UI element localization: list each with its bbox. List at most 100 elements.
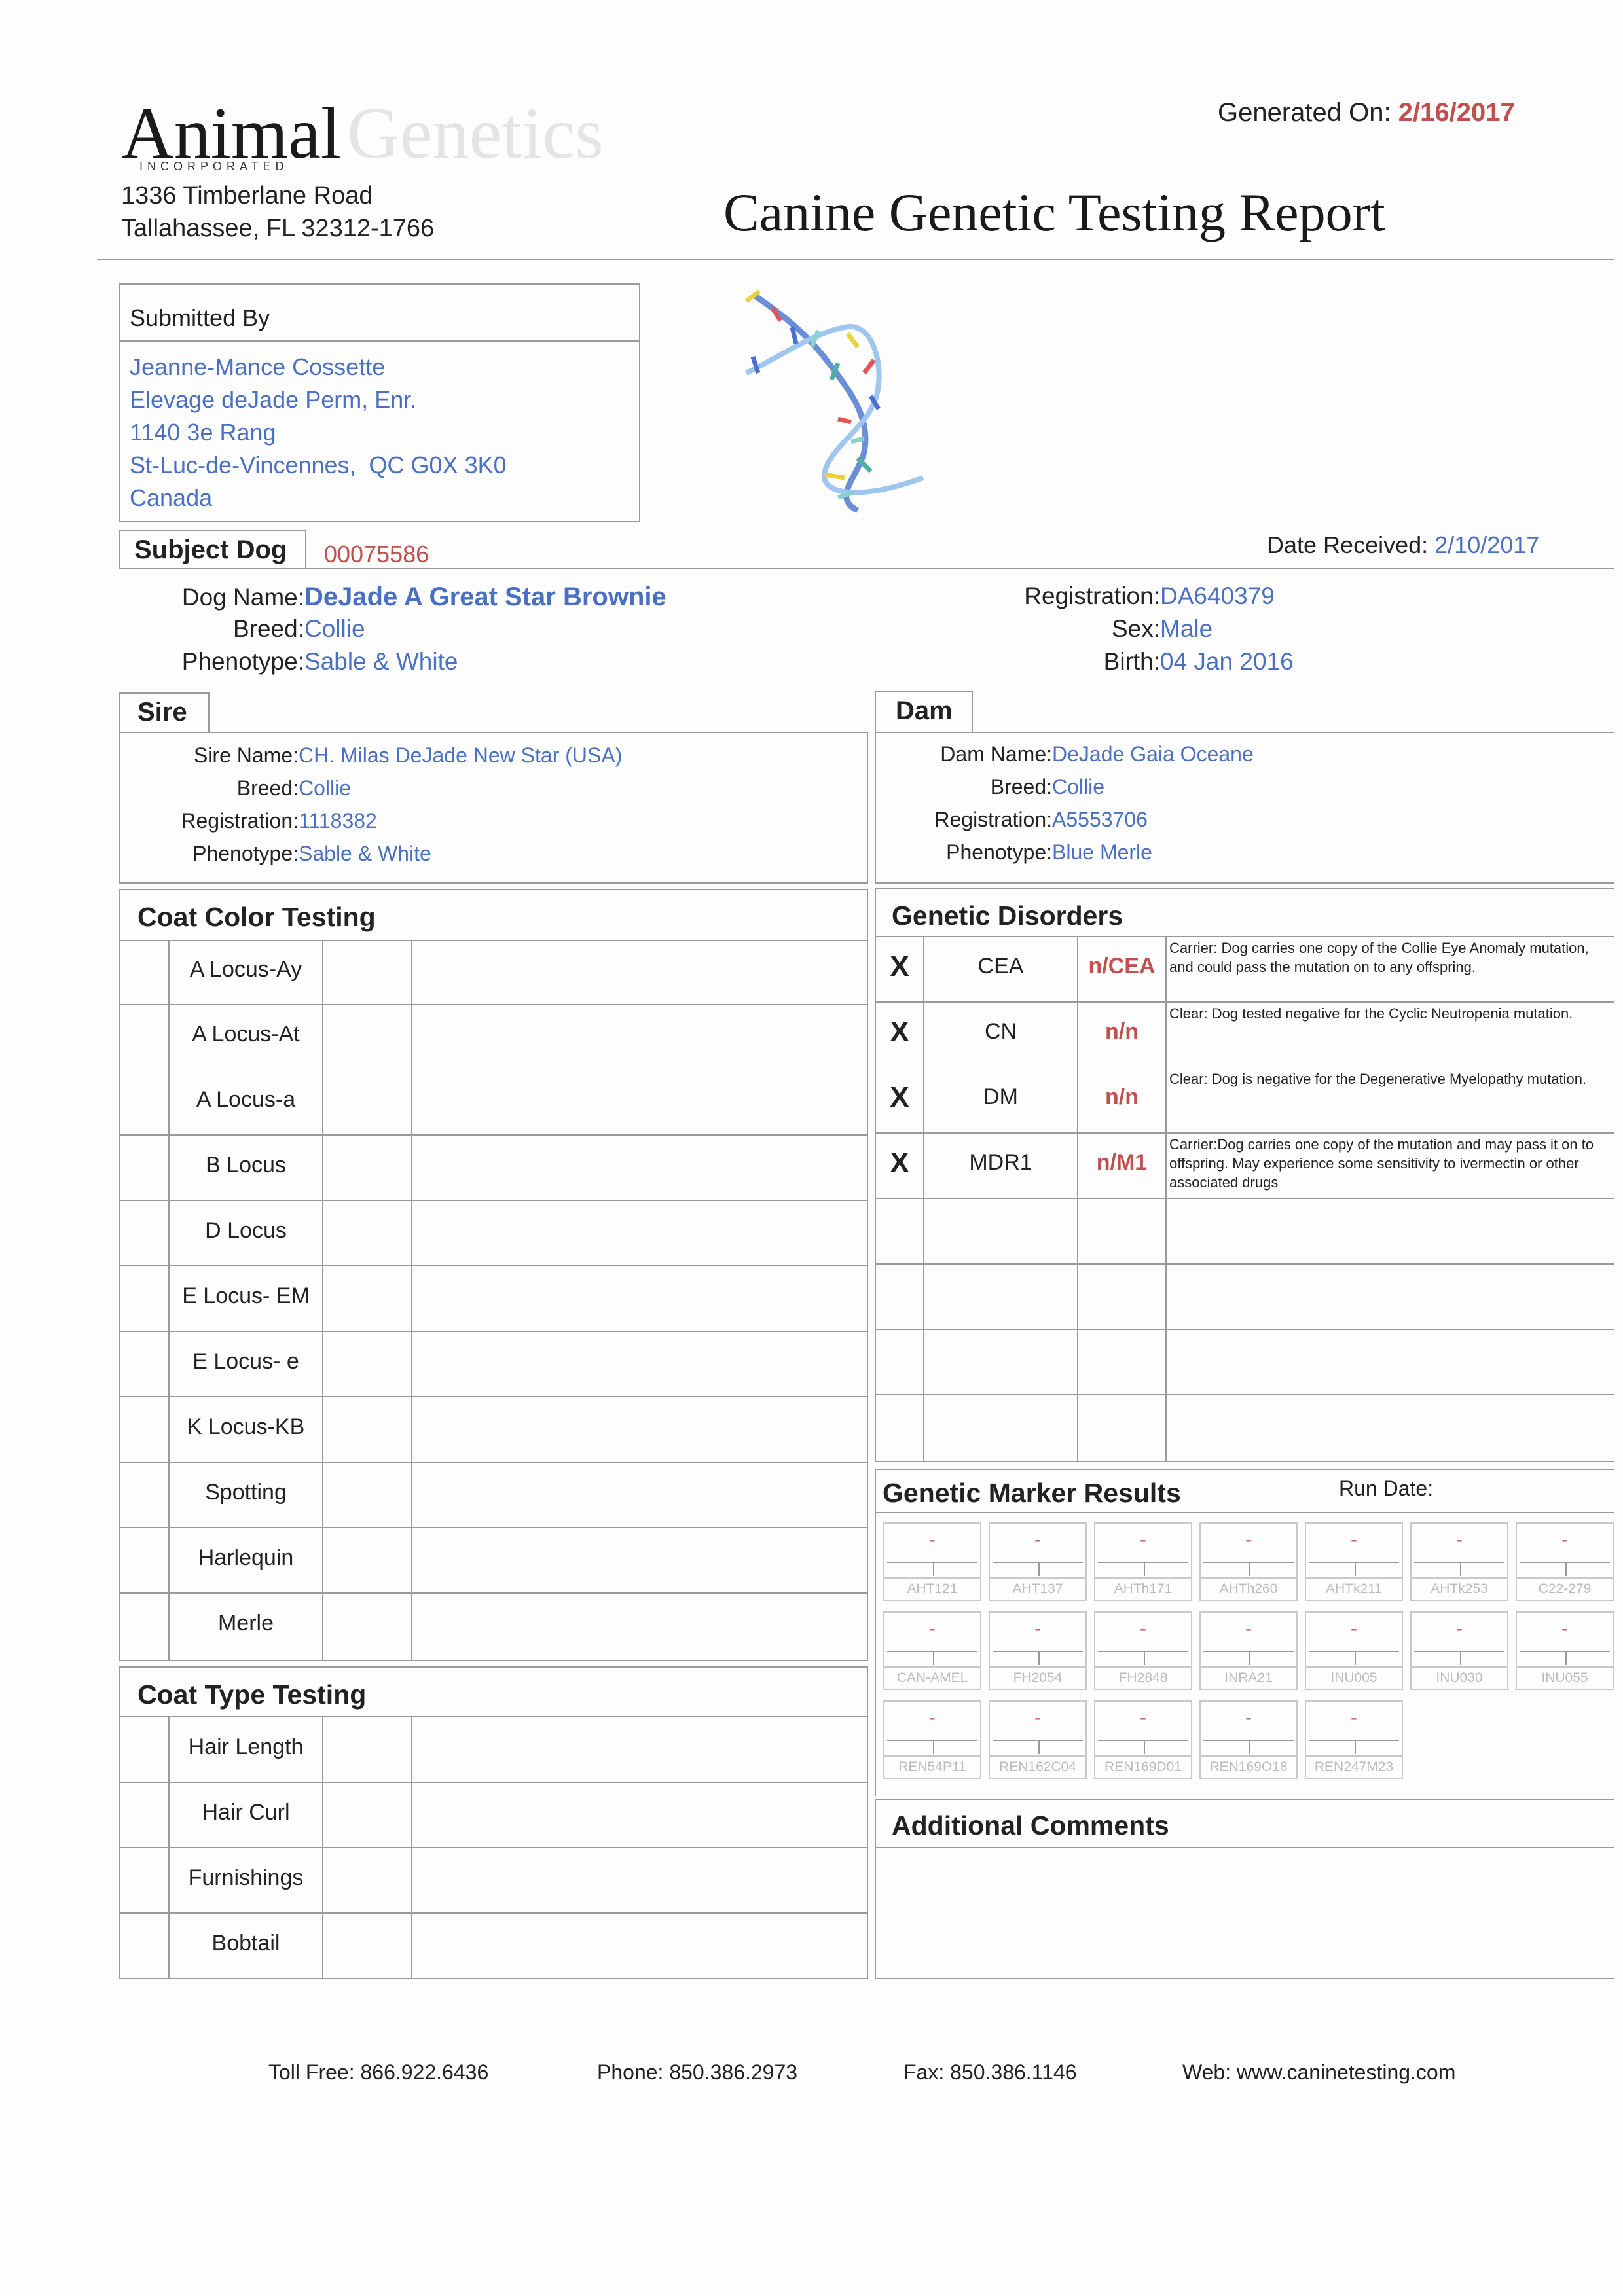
coat-color-row-rule [119, 1462, 868, 1463]
marker-value: - [1140, 1529, 1146, 1551]
disorder-result: n/CEA [1088, 954, 1156, 978]
marker-value: - [1245, 1618, 1252, 1640]
marker-tick [1038, 1562, 1040, 1576]
marker-bar [887, 1651, 977, 1652]
disorder-note: Carrier:Dog carries one copy of the muta… [1169, 1136, 1594, 1191]
coat-type-title: Coat Type Testing [137, 1679, 367, 1710]
dna-helix-icon [744, 289, 924, 514]
disorder-name: DM [983, 1085, 1018, 1109]
markers-header-rule [875, 1512, 1614, 1513]
marker-tick [1038, 1740, 1040, 1754]
disorders-header-rule [875, 936, 1614, 937]
dog-breed-label: Breed: [232, 615, 304, 642]
marker-value: - [1245, 1707, 1252, 1729]
sire-name-value: CH. Milas DeJade New Star (USA) [299, 744, 623, 767]
marker-value: - [1561, 1618, 1568, 1640]
coat-color-col-2 [322, 940, 323, 1661]
generated-on-date: 2/16/2017 [1398, 98, 1515, 127]
coat-color-row-label: K Locus-KB [187, 1414, 305, 1439]
dam-registration-field: Registration:A5553706 [887, 808, 1148, 832]
footer-web[interactable]: Web: www.caninetesting.com [1182, 2060, 1455, 2085]
marker-tile: - REN169D01 [1094, 1700, 1192, 1779]
marker-tile: - REN54P11 [883, 1700, 981, 1779]
sire-phenotype-field: Phenotype:Sable & White [131, 842, 431, 866]
coat-color-row-label: Spotting [205, 1480, 287, 1505]
marker-name: REN54P11 [884, 1755, 980, 1778]
marker-bar [1414, 1651, 1504, 1652]
sire-breed-value: Collie [299, 776, 352, 800]
dam-title: Dam [896, 696, 953, 725]
sire-breed-label: Breed: [236, 776, 299, 800]
marker-value: - [929, 1707, 936, 1729]
disorder-note: Clear: Dog tested negative for the Cycli… [1169, 1005, 1573, 1022]
dam-registration-label: Registration: [934, 808, 1052, 831]
marker-value: - [929, 1618, 936, 1640]
disorder-row-rule [875, 1132, 1614, 1134]
marker-name: FH2848 [1095, 1666, 1191, 1689]
marker-bar [993, 1562, 1083, 1563]
dog-breed-field: Breed:Collie [151, 615, 365, 643]
disorders-col-2 [1077, 936, 1078, 1462]
dog-name-label: Dog Name: [181, 584, 304, 611]
dam-breed-field: Breed:Collie [887, 775, 1104, 799]
marker-tick [1355, 1740, 1356, 1754]
marker-tile: - REN169O18 [1199, 1700, 1298, 1779]
dog-name-field: Dog Name:DeJade A Great Star Brownie [151, 583, 666, 612]
marker-name: INRA21 [1201, 1666, 1296, 1689]
dog-birth-label: Birth: [1103, 648, 1160, 675]
marker-name: AHTk253 [1412, 1577, 1507, 1600]
marker-value: - [1245, 1529, 1252, 1551]
marker-name: AHT137 [990, 1577, 1085, 1600]
disorders-col-3 [1165, 936, 1167, 1462]
marker-bar [1098, 1562, 1188, 1563]
marker-tile: - AHT121 [883, 1522, 981, 1601]
dog-phenotype-value: Sable & White [304, 648, 458, 675]
coat-color-row-label: B Locus [206, 1153, 286, 1177]
disorder-name: CEA [977, 954, 1024, 978]
coat-color-row-rule [119, 1527, 868, 1528]
disorder-checkmark: X [890, 1147, 909, 1179]
marker-tile: - AHT137 [989, 1522, 1087, 1601]
marker-tile: - AHTh260 [1199, 1522, 1298, 1601]
dam-name-value: DeJade Gaia Oceane [1052, 742, 1254, 766]
marker-value: - [1456, 1529, 1463, 1551]
submitted-by-title: Submitted By [130, 304, 270, 331]
dog-registration-field: Registration:DA640379 [982, 583, 1275, 610]
disorder-row-rule [875, 1263, 1614, 1265]
marker-value: - [1140, 1618, 1146, 1640]
coat-color-row-label: A Locus-At [192, 1022, 300, 1047]
subject-dog-title: Subject Dog [134, 535, 287, 564]
marker-tick [1144, 1740, 1145, 1754]
disorder-row-rule [875, 1329, 1614, 1330]
coat-color-row-label: A Locus-Ay [189, 957, 302, 982]
dog-sex-field: Sex:Male [982, 615, 1213, 643]
marker-name: C22-279 [1517, 1577, 1613, 1600]
marker-bar [1309, 1562, 1399, 1563]
coat-color-row-label: Harlequin [198, 1545, 294, 1570]
marker-bar [1520, 1651, 1610, 1652]
marker-value: - [929, 1529, 936, 1551]
footer-toll-free: Toll Free: 866.922.6436 [268, 2060, 489, 2084]
dog-registration-value: DA640379 [1160, 583, 1275, 609]
disorder-name: CN [984, 1019, 1017, 1044]
report-title: Canine Genetic Testing Report [723, 183, 1385, 242]
dog-phenotype-label: Phenotype: [181, 648, 304, 675]
disorder-checkmark: X [890, 1081, 909, 1113]
footer-fax: Fax: 850.386.1146 [903, 2060, 1077, 2084]
sire-name-label: Sire Name: [193, 744, 299, 767]
dam-breed-label: Breed: [990, 775, 1052, 798]
coat-color-row-label: Merle [217, 1611, 274, 1636]
dog-sex-value: Male [1160, 615, 1213, 642]
marker-tile: - INU055 [1516, 1611, 1614, 1690]
disorder-result: n/M1 [1096, 1150, 1148, 1175]
dam-name-field: Dam Name:DeJade Gaia Oceane [887, 742, 1254, 766]
coat-color-row-rule [119, 1331, 868, 1332]
comments-header-rule [875, 1847, 1614, 1848]
marker-name: AHTk211 [1306, 1577, 1402, 1600]
marker-value: - [1034, 1707, 1041, 1729]
submitter-name: Jeanne-Mance Cossette [130, 353, 386, 380]
disorder-result: n/n [1105, 1019, 1139, 1044]
marker-tick [1249, 1562, 1250, 1576]
marker-tick [933, 1740, 934, 1754]
sire-title: Sire [137, 698, 187, 726]
